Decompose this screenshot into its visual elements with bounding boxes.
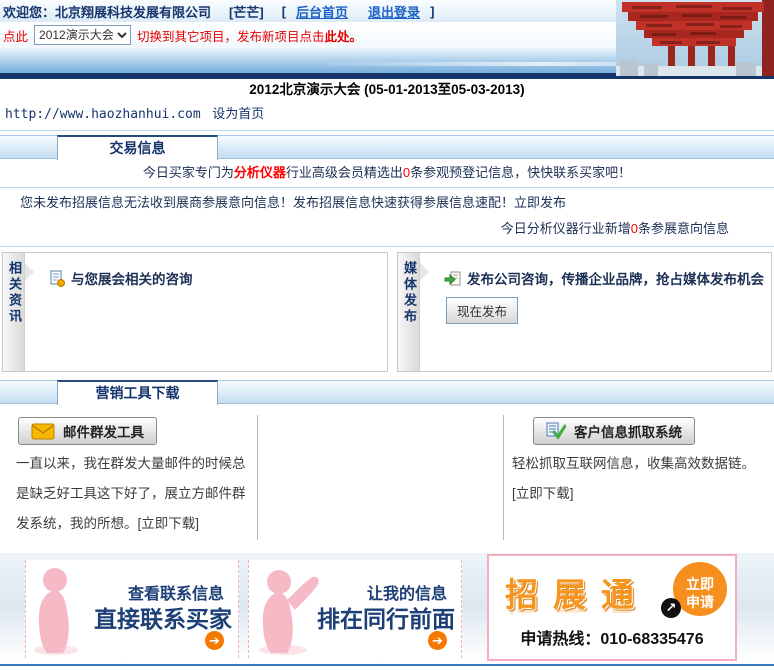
- envelope-icon: [31, 423, 55, 440]
- backend-home-link[interactable]: 后台首页: [296, 2, 348, 21]
- new-intents-row: 今日分析仪器行业新增0条参展意向信息: [0, 216, 774, 242]
- site-url-row: http://www.haozhanhui.com 设为首页: [0, 100, 774, 128]
- email-download-link[interactable]: [立即下载]: [138, 516, 200, 531]
- tools-section: 邮件群发工具 一直以来，我在群发大量邮件的时候总是缺乏好工具这下好了，展立方邮件…: [0, 405, 774, 545]
- china-pavilion-image: [616, 0, 774, 79]
- publish-icon: [444, 270, 462, 287]
- divider-line: [0, 187, 774, 188]
- switch-hint: 切换到其它项目，发布新项目点击: [137, 26, 325, 45]
- bracket-close: ]: [430, 4, 434, 19]
- tab-trade-info[interactable]: 交易信息: [57, 135, 218, 160]
- notice-row: 您未发布招展信息无法收到展商参展意向信息！发布招展信息快速获得参展信息速配！立即…: [0, 190, 774, 216]
- capture-check-icon: [546, 422, 566, 440]
- logout-link[interactable]: 退出登录: [368, 2, 420, 21]
- industry-name: 分析仪器: [234, 165, 286, 180]
- user-tag: [芒芒]: [229, 2, 264, 21]
- media-publish-item: 发布公司咨询，传播企业品牌，抢占媒体发布机会: [444, 268, 764, 288]
- person-waving-icon: [253, 564, 325, 656]
- zhaozhantong-reflection: 招展通: [505, 608, 649, 624]
- arrow-circle-icon: ➔: [428, 631, 447, 650]
- media-publish-label: 媒体发布: [398, 253, 420, 371]
- email-tool-button[interactable]: 邮件群发工具: [18, 417, 157, 445]
- media-publish-text: 发布公司咨询，传播企业品牌，抢占媒体发布机会: [467, 268, 764, 288]
- buyers-info-row: 今日买家专门为分析仪器行业高级会员精选出0条参观预登记信息，快快联系买家吧！: [0, 160, 774, 186]
- buyers-text-pre: 今日买家专门为: [143, 165, 234, 180]
- contact-buyers-banner[interactable]: 查看联系信息 直接联系买家 ➔: [25, 560, 239, 658]
- person-icon: [30, 564, 90, 656]
- column-divider: [503, 415, 504, 540]
- related-info-label: 相关资讯: [3, 253, 25, 371]
- set-homepage-link[interactable]: 设为首页: [212, 106, 264, 121]
- hint-period: 。: [350, 26, 363, 45]
- crawler-tool-desc: 轻松抓取互联网信息，收集高效数据链。 [立即下载]: [512, 449, 762, 509]
- divider-line: [0, 246, 774, 247]
- crawler-tool-label: 客户信息抓取系统: [574, 421, 682, 441]
- badge-line1: 立即: [673, 575, 727, 593]
- buyers-text-mid: 行业高级会员精选出: [286, 165, 403, 180]
- related-info-panel: 相关资讯 与您展会相关的咨询: [2, 252, 388, 372]
- email-tool-label: 邮件群发工具: [63, 421, 144, 441]
- badge-line2: 申请: [673, 593, 727, 611]
- media-publish-panel: 媒体发布 发布公司咨询，传播企业品牌，抢占媒体发布机会 现在发布: [397, 252, 772, 372]
- bracket-open: [: [282, 4, 286, 19]
- site-url[interactable]: http://www.haozhanhui.com: [5, 107, 201, 122]
- banner-title: 直接联系买家: [94, 600, 232, 634]
- panel-notch: [25, 263, 34, 281]
- promo-section: 查看联系信息 直接联系买家 ➔ 让我的信息 排在同行前面 ➔ 招展通 招展通 立…: [0, 553, 774, 670]
- email-desc-text: 一直以来，我在群发大量邮件的时候总是缺乏好工具这下好了，展立方邮件群发系统，我的…: [16, 456, 246, 531]
- welcome-text: 欢迎您：北京翔展科技发展有限公司: [3, 2, 211, 21]
- crawler-desc-text: 轻松抓取互联网信息，收集高效数据链。: [512, 456, 755, 471]
- click-here-label: 点此: [3, 26, 28, 45]
- column-divider: [257, 415, 258, 540]
- divider-line: [0, 130, 774, 131]
- apply-now-badge[interactable]: 立即 申请: [673, 562, 727, 616]
- tools-tabbar: 营销工具下载: [0, 380, 774, 404]
- publish-now-button[interactable]: 现在发布: [446, 297, 518, 324]
- crawler-download-link[interactable]: [立即下载]: [512, 486, 574, 501]
- crawler-tool-button[interactable]: 客户信息抓取系统: [533, 417, 695, 445]
- page-root: 欢迎您：北京翔展科技发展有限公司 [芒芒] [ 后台首页 退出登录 ] 点此 2…: [0, 0, 774, 670]
- related-consult-item[interactable]: 与您展会相关的咨询: [49, 268, 193, 288]
- tab-marketing-tools[interactable]: 营销工具下载: [57, 380, 218, 405]
- email-tool-desc: 一直以来，我在群发大量邮件的时候总是缺乏好工具这下好了，展立方邮件群发系统，我的…: [16, 449, 252, 539]
- publish-now-link[interactable]: 立即发布: [514, 195, 566, 210]
- trade-tabbar: 交易信息: [0, 135, 774, 159]
- hotline-text: 申请热线：010-68335476: [489, 625, 735, 649]
- arrow-circle-icon: ➔: [205, 631, 224, 650]
- apply-arrow-icon: ↗: [661, 598, 681, 618]
- document-icon: [49, 270, 66, 287]
- event-title: 2012北京演示大会 (05-01-2013至05-03-2013): [0, 80, 774, 99]
- zhaozhantong-banner[interactable]: 招展通 招展通 立即 申请 ↗ 申请热线：010-68335476: [487, 554, 737, 661]
- intent-count: 0: [631, 221, 638, 236]
- here-link[interactable]: 此处: [325, 26, 350, 45]
- buyers-text-post: 条参观预登记信息，快快联系买家吧！: [410, 165, 631, 180]
- panel-notch: [420, 263, 429, 281]
- banner-title: 排在同行前面: [317, 600, 455, 634]
- intents-text-pre: 今日分析仪器行业新增: [501, 221, 631, 236]
- notice-text: 您未发布招展信息无法收到展商参展意向信息！发布招展信息快速获得参展信息速配！: [20, 195, 514, 210]
- related-consult-text[interactable]: 与您展会相关的咨询: [71, 268, 193, 288]
- intents-text-post: 条参展意向信息: [638, 221, 729, 236]
- rank-first-banner[interactable]: 让我的信息 排在同行前面 ➔: [248, 560, 462, 658]
- project-select[interactable]: 2012演示大会: [34, 25, 131, 45]
- footer-divider: [0, 664, 774, 666]
